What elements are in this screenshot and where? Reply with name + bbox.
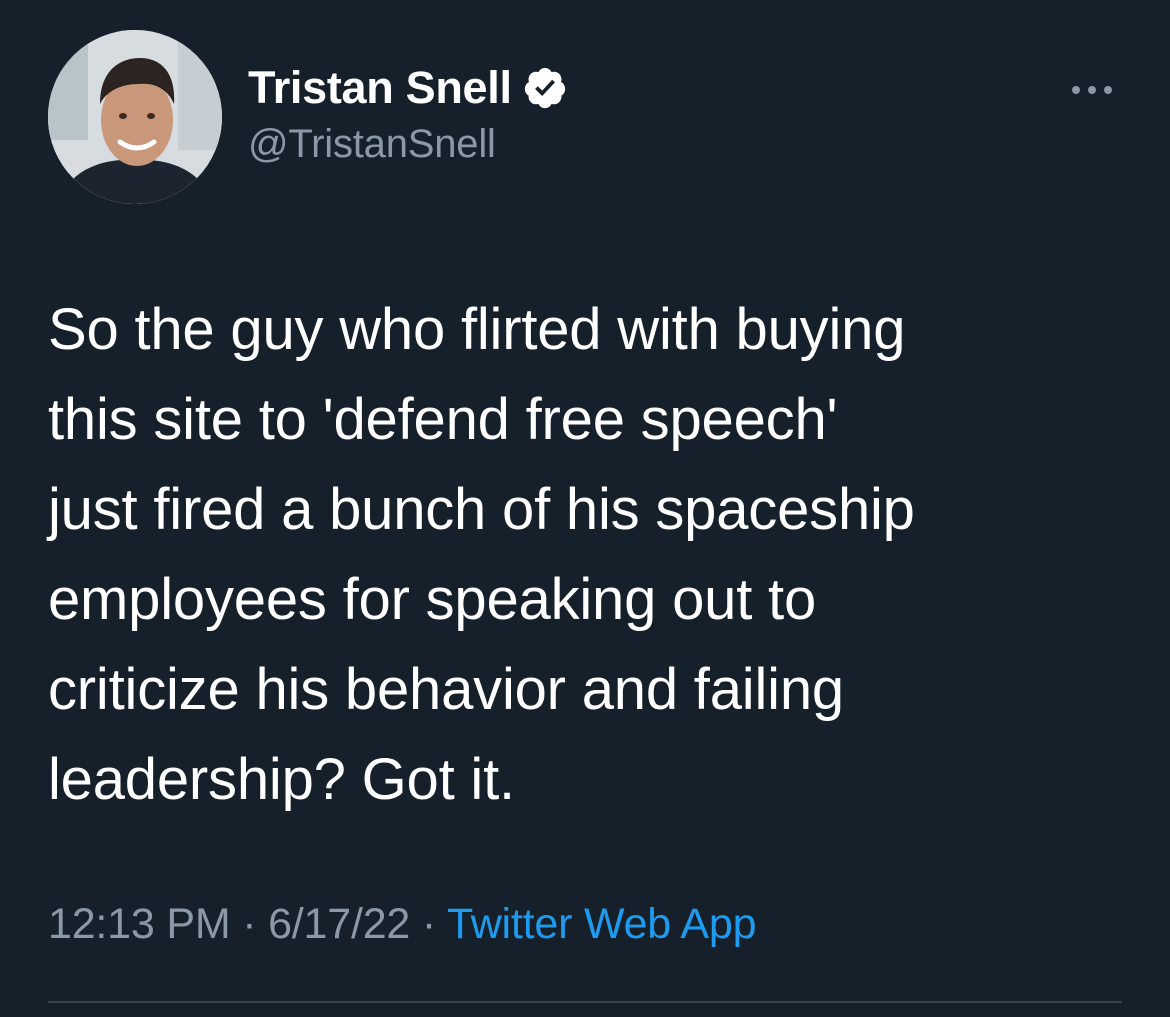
avatar[interactable] xyxy=(48,30,222,204)
tweet-text-line: just fired a bunch of his spaceship xyxy=(48,477,915,542)
display-name[interactable]: Tristan Snell xyxy=(248,62,512,114)
tweet-date[interactable]: 6/17/22 xyxy=(268,900,410,948)
tweet-meta: 12:13 PM · 6/17/22 · Twitter Web App xyxy=(48,900,756,949)
divider xyxy=(48,1001,1122,1003)
tweet-text-line: criticize his behavior and failing xyxy=(48,657,844,722)
tweet-header: Tristan Snell @TristanSnell xyxy=(48,30,1128,206)
author-handle[interactable]: @TristanSnell xyxy=(248,122,568,167)
tweet-text: So the guy who flirted with buying this … xyxy=(48,285,1138,825)
author-names: Tristan Snell @TristanSnell xyxy=(248,56,568,167)
tweet-source-link[interactable]: Twitter Web App xyxy=(447,900,756,948)
tweet-text-line: this site to 'defend free speech' xyxy=(48,387,838,452)
tweet-container: Tristan Snell @TristanSnell So the guy w… xyxy=(0,0,1170,1017)
tweet-text-line: leadership? Got it. xyxy=(48,747,515,812)
verified-badge-icon xyxy=(522,65,568,111)
tweet-text-line: employees for speaking out to xyxy=(48,567,816,632)
meta-separator: · xyxy=(410,900,447,948)
avatar-photo xyxy=(48,30,222,204)
tweet-time[interactable]: 12:13 PM xyxy=(48,900,231,948)
display-name-row: Tristan Snell xyxy=(248,56,568,120)
meta-separator: · xyxy=(230,900,269,948)
more-options-icon[interactable] xyxy=(1066,80,1118,100)
tweet-text-line: So the guy who flirted with buying xyxy=(48,297,906,362)
